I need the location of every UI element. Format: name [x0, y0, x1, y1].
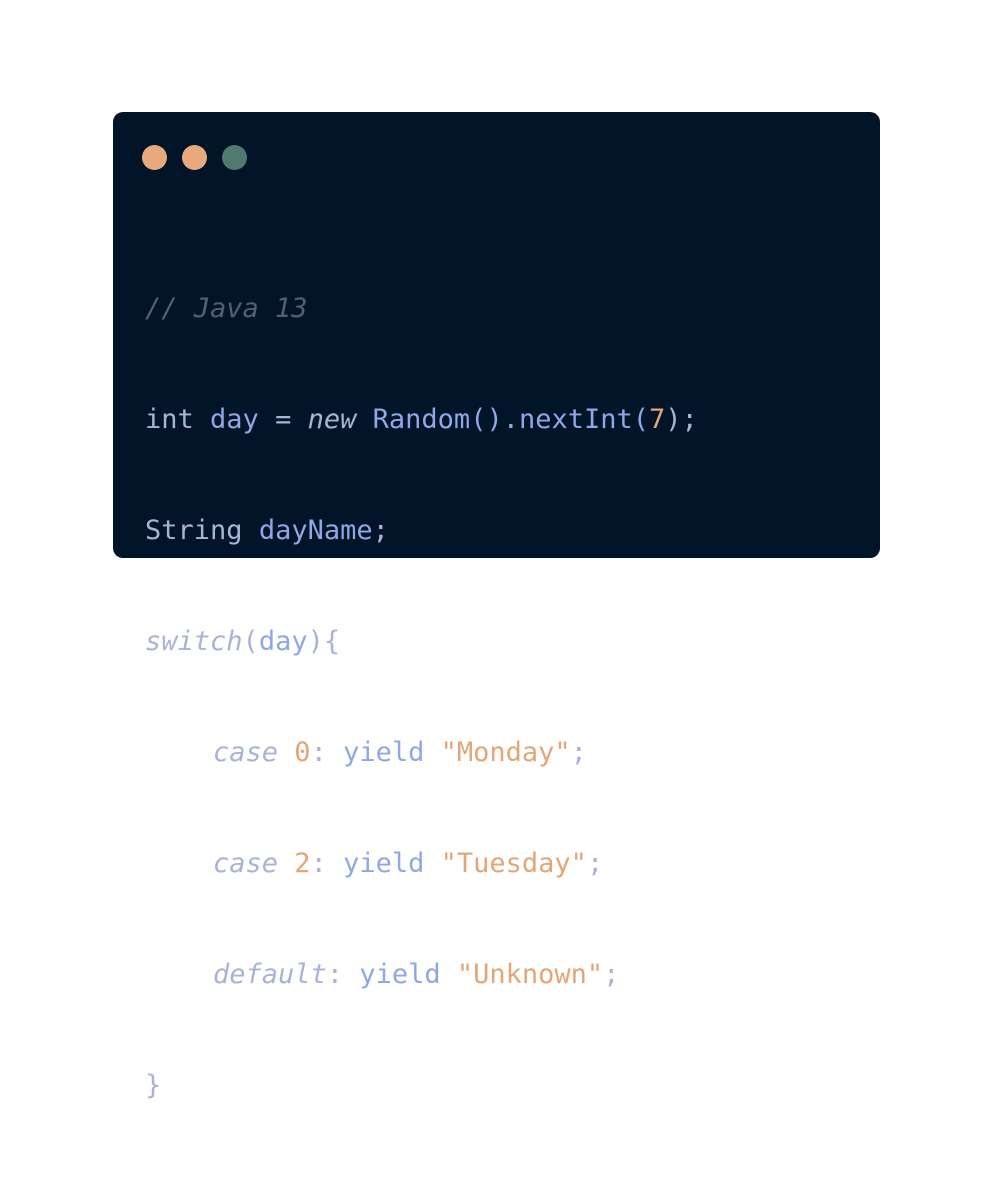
number-literal: 2	[294, 848, 311, 879]
punctuation: ){	[307, 626, 341, 657]
window-controls	[142, 145, 247, 170]
punctuation: :	[310, 737, 344, 768]
class-name: Random	[372, 404, 471, 435]
maximize-dot[interactable]	[222, 145, 247, 170]
number-literal: 7	[649, 404, 666, 435]
punctuation: :	[310, 848, 344, 879]
string-literal: "Monday"	[440, 737, 571, 768]
keyword: new	[307, 404, 357, 435]
keyword: yield	[343, 737, 425, 768]
keyword: int	[145, 404, 194, 435]
punctuation: :	[326, 959, 360, 990]
keyword: yield	[343, 848, 425, 879]
comment: // Java 13	[145, 293, 308, 324]
code-line-5: case 0: yield "Monday";	[145, 734, 698, 771]
identifier: day	[258, 626, 308, 657]
identifier: day	[210, 404, 259, 435]
punctuation: ;	[603, 959, 620, 990]
type-name: String	[145, 515, 243, 546]
code-line-1: // Java 13	[145, 290, 698, 327]
method-call: ().nextInt(	[470, 404, 650, 435]
code-line-7: default: yield "Unknown";	[145, 956, 698, 993]
identifier: dayName	[258, 515, 373, 546]
code-line-2: int day = new Random().nextInt(7);	[145, 401, 698, 438]
code-line-8: }	[145, 1067, 698, 1104]
code-line-6: case 2: yield "Tuesday";	[145, 845, 698, 882]
operator: =	[258, 404, 308, 435]
keyword: case	[213, 737, 279, 768]
keyword: switch	[145, 626, 243, 657]
code-line-3: String dayName;	[145, 512, 698, 549]
keyword: default	[213, 959, 327, 990]
string-literal: "Tuesday"	[440, 848, 587, 879]
code-window: // Java 13 int day = new Random().nextIn…	[113, 112, 880, 1101]
keyword: case	[213, 848, 279, 879]
punctuation: }	[145, 1070, 162, 1101]
close-dot[interactable]	[142, 145, 167, 170]
code-block: // Java 13 int day = new Random().nextIn…	[145, 216, 698, 1178]
punctuation: );	[665, 404, 698, 435]
punctuation: ;	[586, 848, 604, 879]
minimize-dot[interactable]	[182, 145, 207, 170]
punctuation: ;	[372, 515, 389, 546]
punctuation: ;	[570, 737, 587, 768]
keyword: yield	[359, 959, 441, 990]
code-line-4: switch(day){	[145, 623, 698, 660]
number-literal: 0	[294, 737, 311, 768]
string-literal: "Unknown"	[456, 959, 604, 990]
punctuation: (	[242, 626, 259, 657]
